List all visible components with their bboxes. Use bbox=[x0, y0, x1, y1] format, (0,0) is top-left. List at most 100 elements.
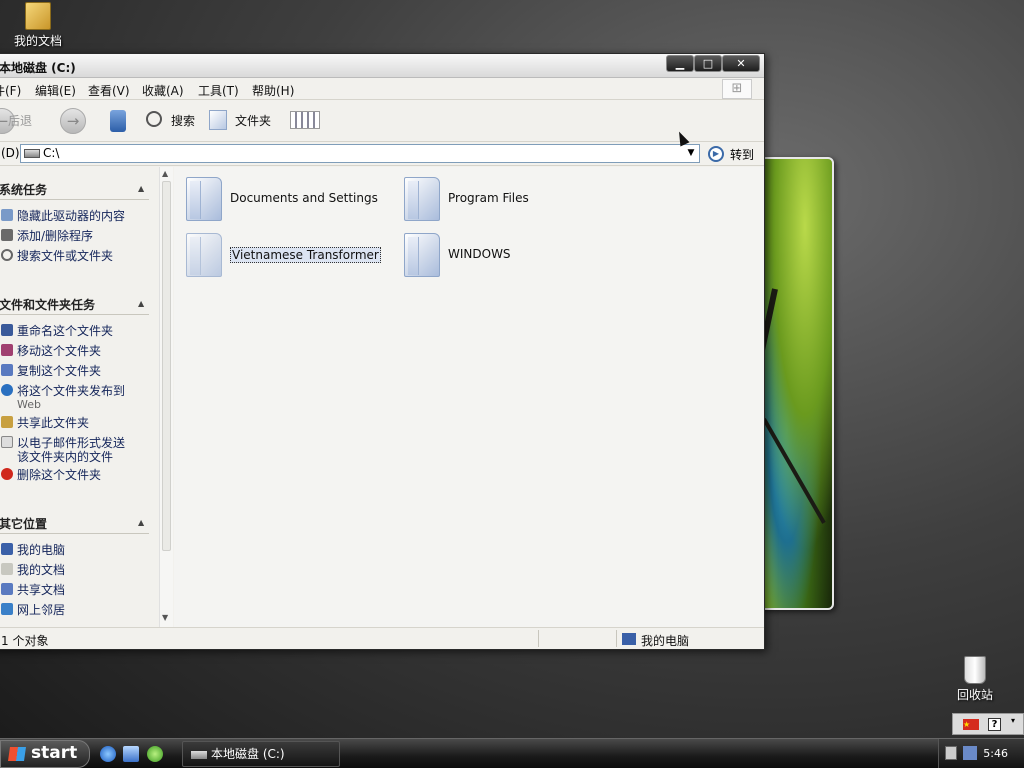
drive-icon bbox=[191, 751, 207, 759]
folder-icon bbox=[186, 177, 222, 221]
folder-program-files[interactable]: Program Files bbox=[398, 175, 608, 225]
ie-icon[interactable] bbox=[100, 746, 116, 762]
chinese-flag-icon[interactable]: ★ bbox=[963, 719, 979, 730]
maximize-button[interactable]: □ bbox=[694, 55, 722, 72]
task-hide-drive-contents[interactable]: 隐藏此驱动器的内容 bbox=[1, 209, 161, 223]
safely-remove-icon[interactable] bbox=[945, 746, 957, 760]
collapse-icon[interactable]: ▲ bbox=[138, 299, 144, 308]
menu-help[interactable]: 帮助(H) bbox=[252, 82, 294, 99]
folder-windows[interactable]: WINDOWS bbox=[398, 231, 608, 281]
folders-icon[interactable] bbox=[209, 110, 227, 130]
place-my-computer[interactable]: 我的电脑 bbox=[1, 543, 161, 557]
windows-flag-icon bbox=[8, 747, 26, 761]
address-label: (D) bbox=[1, 146, 20, 160]
file-tasks-header[interactable]: 文件和文件夹任务 bbox=[0, 296, 95, 313]
search-icon[interactable] bbox=[146, 111, 162, 127]
collapse-icon[interactable]: ▲ bbox=[138, 518, 144, 527]
taskbar-item-local-disk[interactable]: 本地磁盘 (C:) bbox=[182, 741, 340, 767]
add-remove-icon bbox=[1, 229, 13, 241]
start-button[interactable]: start bbox=[0, 740, 90, 768]
hide-contents-icon bbox=[1, 209, 13, 221]
search-button-label[interactable]: 搜索 bbox=[171, 112, 195, 129]
language-bar-options-icon[interactable]: ▾ bbox=[1011, 716, 1015, 725]
menu-tools[interactable]: 工具(T) bbox=[198, 82, 239, 99]
go-arrow-icon[interactable]: ▶ bbox=[708, 146, 724, 162]
task-add-remove-programs[interactable]: 添加/删除程序 bbox=[1, 229, 161, 243]
system-tasks-header[interactable]: 系统任务 bbox=[0, 181, 47, 198]
divider bbox=[616, 630, 617, 647]
other-places-header[interactable]: 其它位置 bbox=[0, 515, 47, 532]
language-bar[interactable]: ★ ? ▾ bbox=[952, 713, 1024, 735]
clock[interactable]: 5:46 bbox=[983, 747, 1008, 760]
address-input[interactable]: C:\ ▼ bbox=[20, 144, 700, 163]
windows-logo-icon: ⊞ bbox=[722, 79, 752, 99]
task-rename-folder[interactable]: 重命名这个文件夹 bbox=[1, 324, 161, 338]
divider bbox=[538, 630, 539, 647]
help-icon[interactable]: ? bbox=[988, 718, 1001, 731]
task-pane: 系统任务 ▲ 隐藏此驱动器的内容 添加/删除程序 搜索文件或文件夹 文件和文件夹… bbox=[0, 167, 173, 627]
scroll-thumb[interactable] bbox=[162, 181, 171, 551]
folder-name-selected[interactable]: Vietnamese Transformer bbox=[230, 247, 381, 263]
status-object-count: 1 个对象 bbox=[1, 634, 49, 648]
email-icon bbox=[1, 436, 13, 448]
menu-bar: 件(F) 编辑(E) 查看(V) 收藏(A) 工具(T) 帮助(H) ⊞ bbox=[0, 78, 764, 100]
folders-button-label[interactable]: 文件夹 bbox=[235, 112, 271, 129]
search-small-icon bbox=[1, 249, 13, 261]
task-move-folder[interactable]: 移动这个文件夹 bbox=[1, 344, 161, 358]
minimize-button[interactable]: ▁ bbox=[666, 55, 694, 72]
show-desktop-icon[interactable] bbox=[123, 746, 139, 762]
menu-file[interactable]: 件(F) bbox=[0, 82, 21, 99]
forward-button[interactable]: → bbox=[60, 108, 86, 134]
system-tray: 5:46 bbox=[938, 739, 1024, 768]
folder-vietnamese-transformer[interactable]: Vietnamese Transformer bbox=[180, 231, 390, 281]
desktop-icon-label: 我的文档 bbox=[13, 34, 62, 48]
taskbar-item-label: 本地磁盘 (C:) bbox=[211, 747, 285, 761]
menu-edit[interactable]: 编辑(E) bbox=[35, 82, 76, 99]
folder-view[interactable]: Documents and Settings Program Files Vie… bbox=[174, 167, 764, 627]
explorer-window[interactable]: 本地磁盘 (C:) ▁ □ ✕ 件(F) 编辑(E) 查看(V) 收藏(A) 工… bbox=[0, 53, 765, 650]
documents-folder-icon bbox=[25, 2, 51, 30]
scroll-down-icon[interactable]: ▼ bbox=[162, 613, 168, 622]
delete-icon bbox=[1, 468, 13, 480]
window-titlebar[interactable]: 本地磁盘 (C:) ▁ □ ✕ bbox=[0, 54, 764, 78]
toolbar: ← 后退 → 搜索 文件夹 bbox=[0, 100, 764, 142]
globe-icon bbox=[1, 384, 13, 396]
window-title: 本地磁盘 (C:) bbox=[0, 61, 76, 75]
menu-favorites[interactable]: 收藏(A) bbox=[142, 82, 184, 99]
go-button-label[interactable]: 转到 bbox=[730, 146, 754, 163]
back-button-label[interactable]: 后退 bbox=[8, 112, 32, 129]
folder-icon bbox=[404, 177, 440, 221]
place-network[interactable]: 网上邻居 bbox=[1, 603, 161, 617]
collapse-icon[interactable]: ▲ bbox=[138, 184, 144, 193]
folder-name: Program Files bbox=[448, 191, 529, 205]
task-copy-folder[interactable]: 复制这个文件夹 bbox=[1, 364, 161, 378]
folder-documents-and-settings[interactable]: Documents and Settings bbox=[180, 175, 390, 225]
start-label: start bbox=[31, 743, 78, 763]
divider bbox=[0, 533, 149, 534]
media-player-icon[interactable] bbox=[147, 746, 163, 762]
place-my-documents[interactable]: 我的文档 bbox=[1, 563, 161, 577]
address-bar: (D) C:\ ▼ ▶ 转到 bbox=[0, 142, 764, 166]
task-delete-folder[interactable]: 删除这个文件夹 bbox=[1, 468, 161, 482]
menu-view[interactable]: 查看(V) bbox=[88, 82, 130, 99]
folder-name: Documents and Settings bbox=[230, 191, 378, 205]
close-button[interactable]: ✕ bbox=[722, 55, 760, 72]
status-bar: 1 个对象 我的电脑 bbox=[0, 627, 764, 649]
rename-icon bbox=[1, 324, 13, 336]
task-search-files[interactable]: 搜索文件或文件夹 bbox=[1, 249, 161, 263]
task-email-folder[interactable]: 以电子邮件形式发送 该文件夹内的文件 bbox=[1, 436, 161, 464]
task-pane-scrollbar[interactable]: ▲ ▼ bbox=[159, 167, 173, 627]
desktop-icon-recycle-bin[interactable]: 回收站 bbox=[937, 656, 1013, 703]
place-shared-documents[interactable]: 共享文档 bbox=[1, 583, 161, 597]
views-icon[interactable] bbox=[290, 111, 320, 129]
up-folder-icon[interactable] bbox=[110, 110, 126, 132]
address-dropdown-button[interactable]: ▼ bbox=[683, 145, 699, 162]
scroll-up-icon[interactable]: ▲ bbox=[162, 169, 168, 178]
task-publish-folder[interactable]: 将这个文件夹发布到 Web bbox=[1, 384, 161, 412]
computer-small-icon bbox=[622, 633, 636, 645]
copy-icon bbox=[1, 364, 13, 376]
network-tray-icon[interactable] bbox=[963, 746, 977, 760]
share-icon bbox=[1, 416, 13, 428]
desktop-icon-my-documents[interactable]: 我的文档 bbox=[0, 2, 76, 49]
task-share-folder[interactable]: 共享此文件夹 bbox=[1, 416, 161, 430]
